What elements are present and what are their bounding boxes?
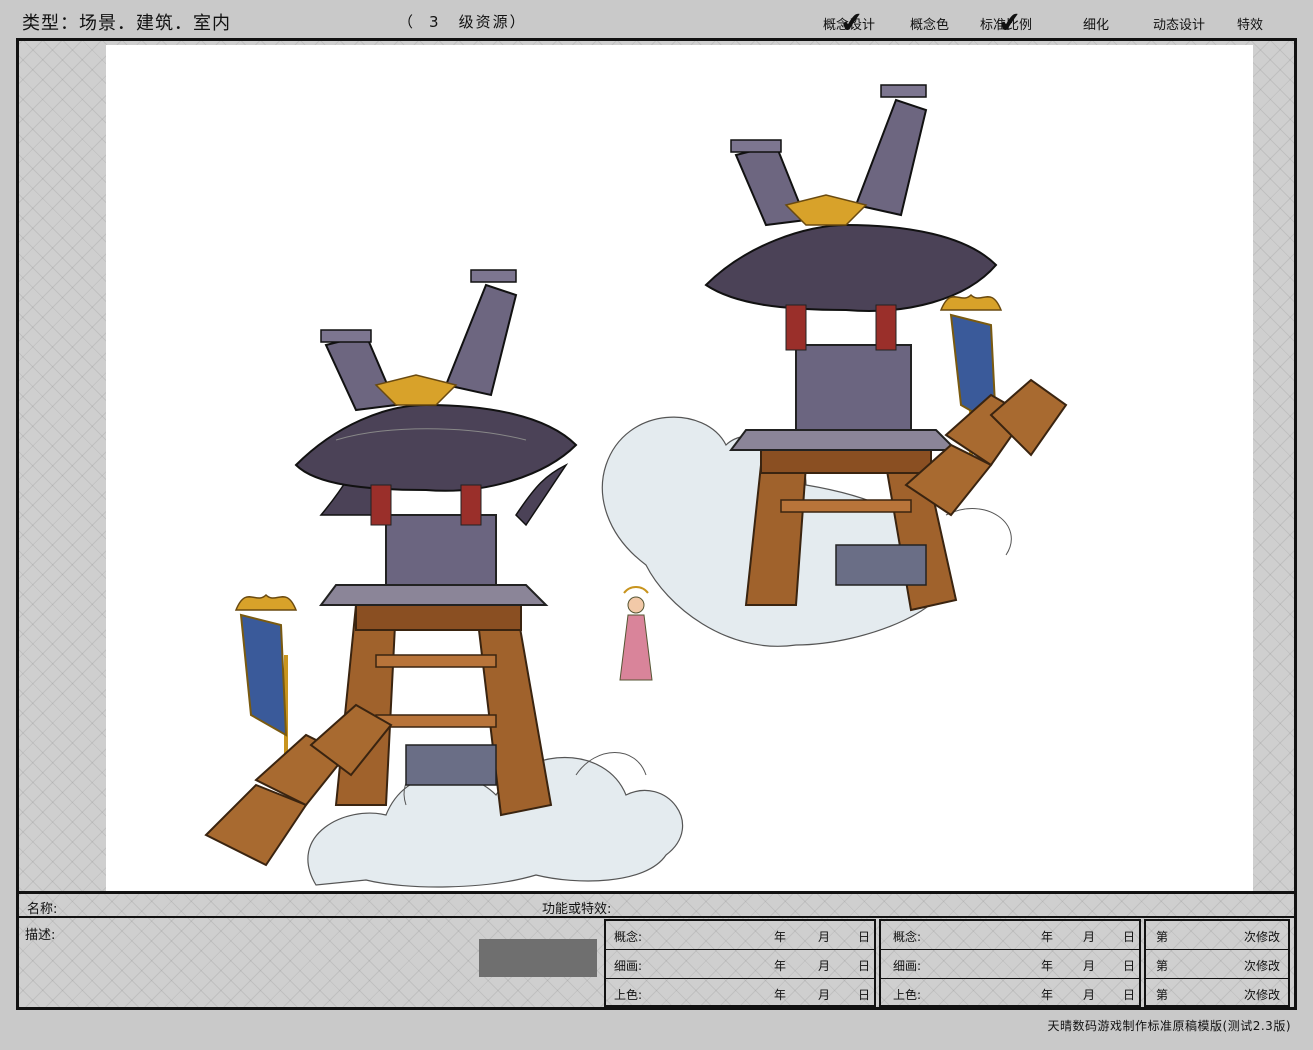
table-row: 第 次修改 bbox=[1146, 950, 1288, 979]
table-row: 第 次修改 bbox=[1146, 921, 1288, 950]
description-label: 描述: bbox=[25, 928, 56, 943]
table-row: 上色: 年 月 日 bbox=[606, 979, 874, 1008]
date-table-1: 概念: 年 月 日 细画: 年 月 日 上色: 年 月 日 bbox=[604, 919, 876, 1007]
type-label: 类型：场景．建筑．室内 bbox=[22, 13, 231, 34]
month-label: 月 bbox=[818, 930, 831, 944]
month-label: 月 bbox=[1083, 959, 1096, 973]
month-label: 月 bbox=[1083, 988, 1096, 1002]
row-label: 细画: bbox=[614, 959, 643, 973]
month-label: 月 bbox=[818, 959, 831, 973]
date-table-2: 概念: 年 月 日 细画: 年 月 日 上色: 年 月 日 bbox=[879, 919, 1141, 1007]
table-row: 第 次修改 bbox=[1146, 979, 1288, 1008]
name-label: 名称: bbox=[27, 902, 58, 917]
revision-suffix: 次修改 bbox=[1244, 988, 1281, 1002]
year-label: 年 bbox=[1041, 930, 1054, 944]
row-label: 细画: bbox=[893, 959, 922, 973]
gray-placeholder-box bbox=[479, 939, 597, 977]
row-label: 上色: bbox=[614, 988, 643, 1002]
function-label: 功能或特效: bbox=[542, 902, 612, 917]
row-label: 概念: bbox=[893, 930, 922, 944]
right-tower-illustration bbox=[601, 84, 1068, 647]
tower-artwork bbox=[204, 84, 1068, 888]
revision-table: 第 次修改 第 次修改 第 次修改 bbox=[1144, 919, 1290, 1007]
year-label: 年 bbox=[1041, 959, 1054, 973]
checkmark-icon: ✔ bbox=[838, 5, 865, 40]
name-row: 名称: 功能或特效: bbox=[19, 894, 1294, 918]
row-label: 上色: bbox=[893, 988, 922, 1002]
year-label: 年 bbox=[1041, 988, 1054, 1002]
level-number: 3 bbox=[429, 13, 441, 31]
stage-motion-design: 动态设计 bbox=[1153, 18, 1206, 33]
resource-level: （ 3 级资源） bbox=[398, 11, 527, 32]
revision-prefix: 第 bbox=[1156, 930, 1169, 944]
level-open: （ bbox=[398, 13, 416, 31]
header-bar: 类型：场景．建筑．室内 （3 级资源） 概念设计 概念色 标准比例 细化 动态设计… bbox=[0, 0, 1313, 40]
stage-refine: 细化 bbox=[1083, 18, 1110, 33]
character-figure bbox=[619, 586, 653, 681]
day-label: 日 bbox=[858, 930, 871, 944]
day-label: 日 bbox=[1123, 988, 1136, 1002]
year-label: 年 bbox=[774, 930, 787, 944]
day-label: 日 bbox=[858, 959, 871, 973]
table-row: 概念: 年 月 日 bbox=[606, 921, 874, 950]
revision-prefix: 第 bbox=[1156, 959, 1169, 973]
left-tower-illustration bbox=[204, 269, 684, 888]
revision-suffix: 次修改 bbox=[1244, 930, 1281, 944]
revision-prefix: 第 bbox=[1156, 988, 1169, 1002]
stage-effects: 特效 bbox=[1237, 18, 1264, 33]
day-label: 日 bbox=[858, 988, 871, 1002]
template-frame: 名称: 功能或特效: 描述: 概念: 年 月 日 细画: 年 月 日 上色: 年… bbox=[16, 38, 1297, 1010]
info-panel: 名称: 功能或特效: 描述: 概念: 年 月 日 细画: 年 月 日 上色: 年… bbox=[19, 891, 1294, 1010]
month-label: 月 bbox=[818, 988, 831, 1002]
day-label: 日 bbox=[1123, 930, 1136, 944]
level-text: 级资源） bbox=[458, 13, 527, 31]
table-row: 上色: 年 月 日 bbox=[881, 979, 1139, 1008]
year-label: 年 bbox=[774, 988, 787, 1002]
day-label: 日 bbox=[1123, 959, 1136, 973]
month-label: 月 bbox=[1083, 930, 1096, 944]
table-row: 概念: 年 月 日 bbox=[881, 921, 1139, 950]
stage-concept-color: 概念色 bbox=[910, 18, 950, 33]
artwork-canvas bbox=[106, 45, 1253, 891]
footer-template-name: 天晴数码游戏制作标准原稿模版(测试2.3版) bbox=[1047, 1019, 1291, 1033]
table-row: 细画: 年 月 日 bbox=[606, 950, 874, 979]
checkmark-icon: ✔ bbox=[996, 5, 1023, 40]
row-label: 概念: bbox=[614, 930, 643, 944]
revision-suffix: 次修改 bbox=[1244, 959, 1281, 973]
year-label: 年 bbox=[774, 959, 787, 973]
table-row: 细画: 年 月 日 bbox=[881, 950, 1139, 979]
